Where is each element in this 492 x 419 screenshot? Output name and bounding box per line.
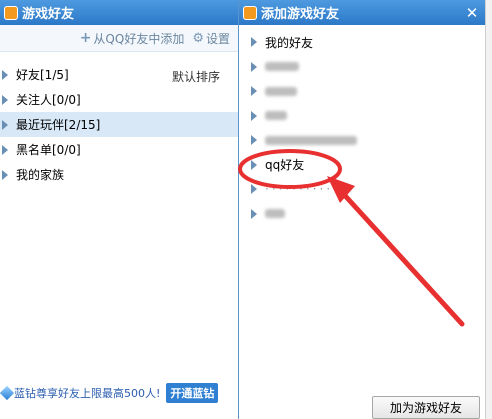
right-titlebar: 添加游戏好友 ✕ xyxy=(239,0,485,25)
group-row-blurred[interactable] xyxy=(239,79,485,104)
sort-dropdown[interactable]: 默认排序 xyxy=(172,68,220,85)
blue-diamond-promo-text: 蓝钻尊享好友上限最高500人! xyxy=(14,387,161,400)
expand-arrow-icon xyxy=(251,61,257,72)
group-label: 最近玩伴[2/15] xyxy=(16,118,101,132)
add-from-qq-label: 从QQ好友中添加 xyxy=(93,31,185,46)
blurred-group-label: ·········· xyxy=(265,182,334,197)
group-row-blurred[interactable] xyxy=(239,202,485,227)
expand-arrow-icon xyxy=(2,69,8,80)
left-titlebar: 游戏好友 xyxy=(0,0,238,25)
group-row-friends[interactable]: 好友[1/5] 默认排序 xyxy=(0,62,238,87)
group-label: 我的家族 xyxy=(16,168,65,182)
add-from-qq-button[interactable]: + 从QQ好友中添加 xyxy=(80,30,185,47)
expand-arrow-icon xyxy=(251,37,257,48)
group-label: qq好友 xyxy=(265,158,305,173)
group-label: 黑名单[0/0] xyxy=(16,143,81,157)
expand-arrow-icon xyxy=(251,159,257,170)
expand-arrow-icon xyxy=(251,208,257,219)
blue-diamond-icon xyxy=(0,385,15,401)
app-icon xyxy=(4,5,18,20)
settings-label: 设置 xyxy=(205,31,230,46)
group-row-blurred[interactable]: ·········· xyxy=(239,177,485,202)
group-label: 关注人[0/0] xyxy=(16,93,81,107)
expand-arrow-icon xyxy=(251,86,257,97)
group-row-my-clan[interactable]: 我的家族 xyxy=(0,162,238,187)
open-blue-diamond-button[interactable]: 开通蓝钻 xyxy=(166,383,219,403)
expand-arrow-icon xyxy=(251,135,257,146)
group-row-my-friends[interactable]: 我的好友 xyxy=(239,30,485,55)
group-row-qq-friends[interactable]: qq好友 xyxy=(239,153,485,178)
left-window-title: 游戏好友 xyxy=(22,7,75,22)
add-as-game-friend-button[interactable]: 加为游戏好友 xyxy=(372,396,480,419)
group-label: 好友[1/5] xyxy=(16,68,69,82)
add-game-friend-window: 添加游戏好友 ✕ 我的好友 qq好友 ·········· 加为游戏好友 xyxy=(238,0,486,419)
expand-arrow-icon xyxy=(2,94,8,105)
plus-icon: + xyxy=(79,30,92,46)
group-row-recent-playmates[interactable]: 最近玩伴[2/15] xyxy=(0,112,238,137)
group-row-blurred[interactable] xyxy=(239,128,485,153)
blurred-group-label xyxy=(265,209,285,219)
settings-button[interactable]: ⚙ 设置 xyxy=(192,30,230,47)
game-friends-window: 游戏好友 + 从QQ好友中添加 ⚙ 设置 好友[1/5] 默认排序 关注人[0/… xyxy=(0,0,239,419)
right-window-title: 添加游戏好友 xyxy=(261,7,340,22)
blurred-group-label xyxy=(265,135,357,145)
group-row-blurred[interactable] xyxy=(239,55,485,80)
expand-arrow-icon xyxy=(2,119,8,130)
expand-arrow-icon xyxy=(2,144,8,155)
blurred-group-label xyxy=(265,86,297,96)
app-icon xyxy=(243,5,257,20)
background-window-edge xyxy=(485,0,492,419)
expand-arrow-icon xyxy=(251,110,257,121)
expand-arrow-icon xyxy=(251,184,257,195)
left-toolbar: + 从QQ好友中添加 ⚙ 设置 xyxy=(0,25,238,52)
friend-group-list: 好友[1/5] 默认排序 关注人[0/0] 最近玩伴[2/15] 黑名单[0/0… xyxy=(0,62,238,187)
group-row-blacklist[interactable]: 黑名单[0/0] xyxy=(0,137,238,162)
qq-group-list: 我的好友 qq好友 ·········· xyxy=(239,30,485,226)
gear-icon: ⚙ xyxy=(192,30,204,46)
blurred-group-label xyxy=(265,111,287,121)
group-row-following[interactable]: 关注人[0/0] xyxy=(0,87,238,112)
expand-arrow-icon xyxy=(2,169,8,180)
left-bottom-bar: 蓝钻尊享好友上限最高500人! 开通蓝钻 xyxy=(0,381,238,405)
group-label: 我的好友 xyxy=(265,35,314,50)
group-row-blurred[interactable] xyxy=(239,104,485,129)
close-icon[interactable]: ✕ xyxy=(459,0,485,25)
blurred-group-label xyxy=(265,62,299,72)
